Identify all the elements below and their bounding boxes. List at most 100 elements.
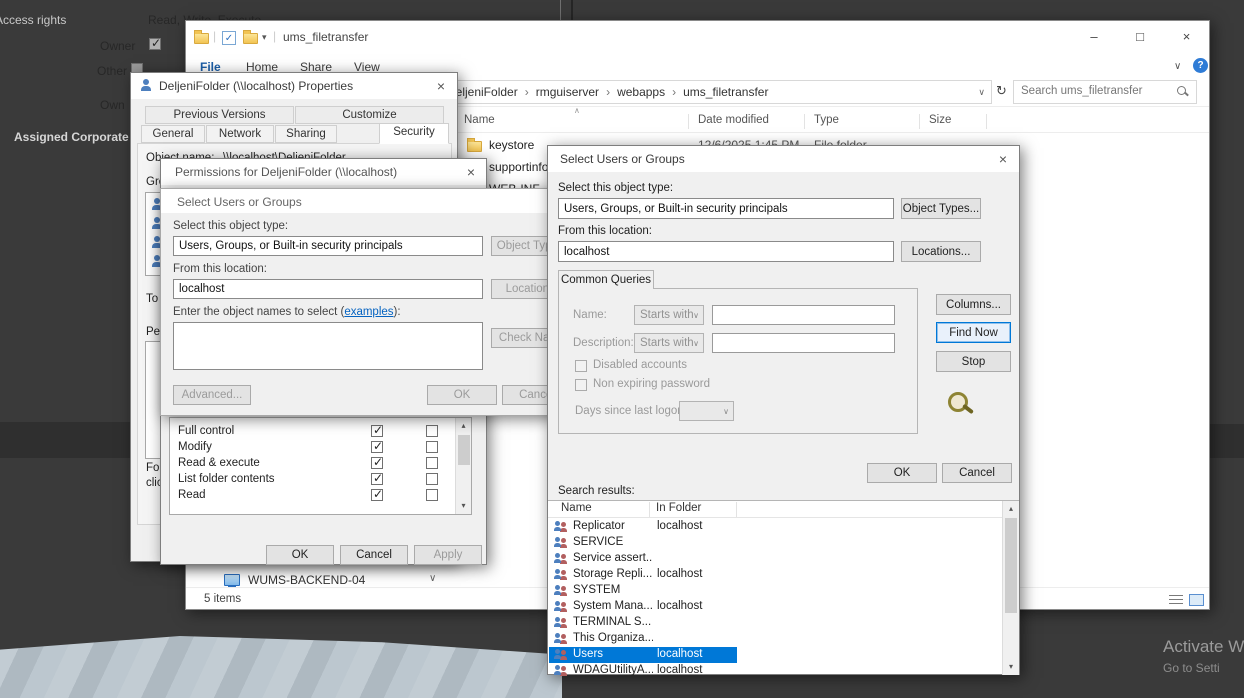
examples-link[interactable]: examples [344,306,393,318]
tab-security[interactable]: Security [379,123,449,144]
scrollbar[interactable]: ▴ ▾ [1002,501,1019,675]
deny-checkbox[interactable] [426,425,438,437]
column-header-type[interactable]: Type [814,114,839,126]
permissions-cancel-button[interactable]: Cancel [340,545,408,565]
advanced-titlebar[interactable]: Select Users or Groups × [548,146,1019,172]
column-header-name[interactable]: Name [464,114,495,126]
close-button[interactable]: × [1163,21,1210,53]
tab-general[interactable]: General [141,125,205,143]
ribbon-collapse-chevron-icon[interactable]: ∨ [1174,61,1181,72]
allow-checkbox[interactable] [371,473,383,485]
properties-titlebar[interactable]: DeljeniFolder (\\localhost) Properties × [131,73,457,99]
scroll-up-icon[interactable]: ▴ [1003,501,1019,517]
tab-sharing[interactable]: Sharing [275,125,337,143]
column-header-size[interactable]: Size [929,114,951,126]
search-box[interactable]: Search ums_filetransfer [1013,80,1197,104]
quick-access-check-icon[interactable]: ✓ [222,31,236,45]
permission-row[interactable]: Read & execute [170,456,471,472]
allow-checkbox[interactable] [371,489,383,501]
select-ok-button[interactable]: OK [427,385,497,405]
deny-checkbox[interactable] [426,473,438,485]
scroll-down-icon[interactable]: ▾ [456,498,471,514]
maximize-button[interactable]: □ [1117,21,1163,53]
locations-button[interactable]: Locations... [901,241,981,262]
permission-row[interactable]: Full control [170,424,471,440]
permissions-ok-button[interactable]: OK [266,545,334,565]
result-row[interactable]: System Mana... localhost [549,599,737,615]
result-row[interactable]: SERVICE [549,535,737,551]
stop-button[interactable]: Stop [936,351,1011,372]
chevron-down-icon[interactable]: ▾ [262,32,267,43]
search-icon[interactable] [1177,86,1190,99]
permissions-close-icon[interactable]: × [461,163,481,181]
results-column-folder[interactable]: In Folder [656,502,701,514]
column-separator[interactable] [804,114,805,129]
non-expiring-password-checkbox[interactable] [575,379,587,391]
advanced-ok-button[interactable]: OK [867,463,937,483]
chevron-right-icon[interactable]: › [606,85,610,99]
result-row[interactable]: TERMINAL S... [549,615,737,631]
advanced-close-icon[interactable]: × [993,150,1013,168]
deny-checkbox[interactable] [426,441,438,453]
scroll-up-icon[interactable]: ▴ [456,418,471,434]
refresh-icon[interactable]: ↻ [996,83,1007,99]
nav-scroll-chevron-icon[interactable]: ∨ [429,573,436,584]
scrollbar[interactable]: ▴ ▾ [455,418,471,514]
breadcrumb-item[interactable]: webapps [617,85,665,99]
minimize-button[interactable]: – [1071,21,1117,53]
properties-close-icon[interactable]: × [431,77,451,95]
result-row[interactable]: SYSTEM [549,583,737,599]
select-users-titlebar[interactable]: Select Users or Groups [161,189,559,213]
column-separator[interactable] [736,502,737,517]
scrollbar-thumb[interactable] [458,435,470,465]
disabled-accounts-checkbox[interactable] [575,360,587,372]
object-names-textarea[interactable] [173,322,483,370]
column-separator[interactable] [649,502,650,517]
breadcrumb-item[interactable]: rmguiserver [536,85,599,99]
common-queries-tab[interactable]: Common Queries [558,270,654,289]
permission-row[interactable]: List folder contents [170,472,471,488]
breadcrumb-item[interactable]: ums_filetransfer [683,85,768,99]
deny-checkbox[interactable] [426,489,438,501]
find-now-button[interactable]: Find Now [936,322,1011,343]
location-field[interactable]: localhost [173,279,483,299]
name-input[interactable] [712,305,895,325]
owner-checkbox[interactable] [149,38,161,50]
permission-row[interactable]: Read [170,488,471,504]
list-view-icon[interactable] [1169,595,1183,605]
object-type-field[interactable]: Users, Groups, or Built-in security prin… [173,236,483,256]
quick-access-folder-icon[interactable] [243,33,258,44]
column-separator[interactable] [688,114,689,129]
permissions-apply-button[interactable]: Apply [414,545,482,565]
allow-checkbox[interactable] [371,425,383,437]
location-field[interactable]: localhost [558,241,894,262]
object-type-field[interactable]: Users, Groups, or Built-in security prin… [558,198,894,219]
address-dropdown-chevron-icon[interactable]: ∨ [978,87,985,98]
result-row[interactable]: Service assert... [549,551,737,567]
allow-checkbox[interactable] [371,457,383,469]
tab-previous-versions[interactable]: Previous Versions [145,106,294,124]
chevron-right-icon[interactable]: › [525,85,529,99]
scrollbar-thumb[interactable] [1005,518,1017,613]
deny-checkbox[interactable] [426,457,438,469]
permissions-titlebar[interactable]: Permissions for DeljeniFolder (\\localho… [161,159,486,185]
column-separator[interactable] [919,114,920,129]
column-header-date[interactable]: Date modified [698,114,769,126]
result-row[interactable]: Storage Repli... localhost [549,567,737,583]
tab-customize[interactable]: Customize [295,106,444,124]
scroll-down-icon[interactable]: ▾ [1003,659,1019,675]
result-row[interactable]: Replicator localhost [549,519,737,535]
advanced-cancel-button[interactable]: Cancel [942,463,1012,483]
description-input[interactable] [712,333,895,353]
columns-button[interactable]: Columns... [936,294,1011,315]
result-row[interactable]: WDAGUtilityA... localhost [549,663,737,679]
object-types-button[interactable]: Object Types... [901,198,981,219]
thumbnail-view-icon[interactable] [1189,594,1204,606]
result-row[interactable]: Users localhost [549,647,737,663]
column-separator[interactable] [986,114,987,129]
tab-network[interactable]: Network [206,125,274,143]
advanced-button[interactable]: Advanced... [173,385,251,405]
days-since-logon-dropdown[interactable]: ∨ [679,401,734,421]
chevron-right-icon[interactable]: › [672,85,676,99]
description-operator-dropdown[interactable]: Starts with∨ [634,333,704,353]
